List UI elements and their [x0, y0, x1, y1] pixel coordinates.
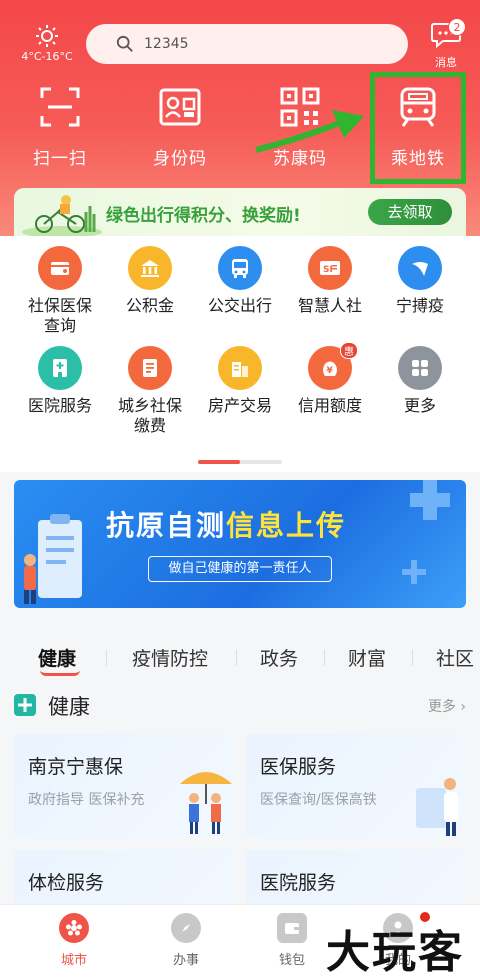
service-hospital[interactable]: 医院服务 — [12, 346, 108, 416]
bus-icon — [218, 246, 262, 290]
tab-wealth[interactable]: 财富 — [348, 644, 386, 671]
nav-label: 城市 — [60, 953, 87, 968]
service-label: 更多 — [403, 396, 436, 415]
service-label: 公积金 — [125, 296, 174, 315]
card-title: 医院服务 — [260, 872, 337, 894]
doctor-illustration-icon — [416, 778, 458, 836]
service-smart-hr[interactable]: SI 智慧人社 — [282, 246, 378, 316]
health-plus-icon — [14, 694, 36, 716]
search-input[interactable]: 12345 — [86, 24, 408, 64]
more-link[interactable]: 更多 › — [428, 696, 466, 716]
service-housing-fund[interactable]: 公积金 — [102, 246, 198, 316]
credit-icon: ¥ 惠 — [308, 342, 358, 390]
health-section-header: 健康 更多 › — [14, 690, 466, 720]
id-code-button[interactable]: 身份码 — [132, 86, 228, 169]
claim-button[interactable]: 去领取 — [368, 199, 452, 225]
service-social-security[interactable]: 社保医保 查询 — [12, 246, 108, 336]
search-icon — [116, 35, 133, 52]
service-bus[interactable]: 公交出行 — [192, 246, 288, 316]
card-subtitle: 医保查询/医保高铁 — [260, 792, 377, 808]
service-property[interactable]: 房产交易 — [192, 346, 288, 416]
service-label: 公交出行 — [207, 296, 272, 315]
property-icon — [218, 346, 262, 390]
service-label: 社保医保 查询 — [27, 296, 92, 335]
service-grid: 社保医保 查询 公积金 公交出行 SI 智慧人社 宁搏疫 医院服务 城乡社保缴费… — [0, 236, 480, 472]
weather-widget[interactable]: 4°C-16°C — [18, 24, 76, 63]
service-label: 医院服务 — [27, 396, 92, 415]
antigen-upload-banner[interactable]: 抗原自测信息上传 做自己健康的第一责任人 — [14, 480, 466, 608]
umbrella-illustration-icon — [180, 772, 232, 834]
green-travel-banner[interactable]: 绿色出行得积分、换奖励! 去领取 — [14, 188, 466, 236]
tab-health[interactable]: 健康 — [38, 644, 80, 676]
card-medical-insurance[interactable]: 医保服务 医保查询/医保高铁 — [246, 734, 466, 838]
id-code-label: 身份码 — [153, 149, 207, 169]
service-label: 宁搏疫 — [395, 296, 444, 315]
service-credit[interactable]: ¥ 惠 信用额度 — [282, 342, 378, 416]
scan-button[interactable]: 扫一扫 — [12, 86, 108, 169]
clipboard-illustration-icon — [24, 514, 82, 604]
nav-wallet[interactable]: 钱包 — [252, 913, 332, 968]
promo-text: 绿色出行得积分、换奖励! — [106, 206, 301, 226]
sun-icon — [36, 25, 58, 47]
svg-text:¥: ¥ — [327, 366, 334, 376]
grid-pager — [198, 460, 282, 464]
compass-icon — [171, 913, 201, 943]
service-label: 智慧人社 — [297, 296, 362, 315]
section-title: 健康 — [48, 695, 90, 719]
tab-epidemic-control[interactable]: 疫情防控 — [132, 644, 208, 671]
tab-community[interactable]: 社区 — [436, 644, 480, 671]
search-query: 12345 — [144, 36, 189, 52]
service-label: 城乡社保 缴费 — [117, 396, 182, 435]
service-more[interactable]: 更多 — [372, 346, 468, 416]
service-social-payment[interactable]: 城乡社保 缴费 — [102, 346, 198, 436]
housing-fund-icon — [128, 246, 172, 290]
cyclist-illustration-icon — [22, 195, 102, 236]
card-title: 医保服务 — [260, 756, 337, 778]
service-label: 房产交易 — [207, 396, 272, 415]
category-tabs: 健康 疫情防控 政务 财富 社区 — [0, 630, 480, 680]
plus-decoration-icon — [402, 480, 450, 584]
smart-hr-icon: SI — [308, 246, 352, 290]
nav-affairs[interactable]: 办事 — [146, 913, 226, 968]
watermark-logo: 大玩客 — [326, 912, 464, 980]
discount-badge: 惠 — [340, 342, 358, 359]
hospital-icon — [38, 346, 82, 390]
payment-icon — [128, 346, 172, 390]
epidemic-icon — [398, 246, 442, 290]
tab-government[interactable]: 政务 — [260, 644, 298, 671]
id-card-icon — [159, 88, 201, 126]
arrow-annotation-icon — [255, 110, 364, 153]
messages-label: 消息 — [435, 56, 457, 69]
banner-title: 抗原自测信息上传 — [106, 509, 347, 542]
messages-button[interactable]: 2 消息 — [424, 18, 468, 70]
scan-icon — [40, 87, 80, 127]
scan-label: 扫一扫 — [33, 149, 87, 169]
card-title: 体检服务 — [28, 872, 105, 894]
nav-label: 办事 — [172, 953, 199, 968]
nav-city[interactable]: 城市 — [34, 913, 114, 968]
metro-highlight-box — [370, 72, 466, 184]
city-icon — [59, 913, 89, 943]
message-count-badge: 2 — [448, 18, 466, 36]
more-grid-icon — [398, 346, 442, 390]
banner-subtitle: 做自己健康的第一责任人 — [148, 556, 332, 582]
svg-text:SI: SI — [323, 265, 333, 275]
card-title: 南京宁惠保 — [28, 756, 124, 778]
wallet-icon — [277, 913, 307, 943]
card-ninghuibao[interactable]: 南京宁惠保 政府指导 医保补充 — [14, 734, 234, 838]
temperature: 4°C-16°C — [21, 50, 73, 63]
service-epidemic[interactable]: 宁搏疫 — [372, 246, 468, 316]
nav-label: 钱包 — [278, 953, 305, 968]
service-label: 信用额度 — [297, 396, 362, 415]
social-security-icon — [38, 246, 82, 290]
card-subtitle: 政府指导 医保补充 — [28, 792, 145, 808]
